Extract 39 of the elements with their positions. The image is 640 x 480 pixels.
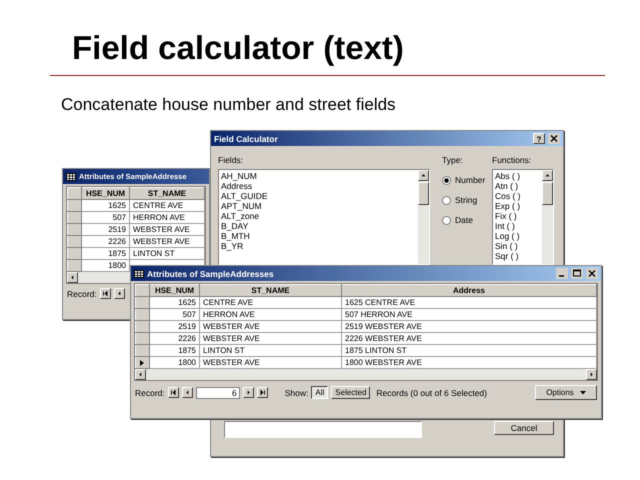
table-cell: 2519	[150, 320, 200, 332]
slide-subtitle: Concatenate house number and street fields	[61, 95, 396, 115]
fields-label: Fields:	[218, 155, 244, 165]
table-cell: 507	[82, 212, 130, 224]
table-cell: LINTON ST	[130, 248, 204, 260]
table-cell: 1875	[150, 344, 200, 356]
table-cell: WEBSTER AVE	[200, 320, 342, 332]
table-cell: HERRON AVE	[130, 212, 204, 224]
table-cell: 1625	[82, 200, 130, 212]
radio-label: Number	[455, 175, 486, 185]
table-cell: 2519 WEBSTER AVE	[342, 320, 596, 332]
table-cell: 1625 CENTRE AVE	[342, 296, 596, 308]
table-cell: 2226	[150, 332, 200, 344]
functions-label: Functions:	[492, 155, 532, 165]
table-cell: WEBSTER AVE	[130, 224, 204, 236]
table-cell: 1625	[150, 296, 200, 308]
table-cell: HERRON AVE	[200, 308, 342, 320]
table-cell: 2226	[82, 236, 130, 248]
record-label: Record:	[67, 288, 97, 298]
record-label: Record:	[135, 388, 165, 398]
radio-label: String	[455, 195, 478, 205]
table-cell: 1875 LINTON ST	[342, 344, 596, 356]
table-cell: CENTRE AVE	[200, 296, 342, 308]
table-cell: 1875	[82, 248, 130, 260]
type-label: Type:	[442, 155, 464, 165]
selection-status: Records (0 out of 6 Selected)	[376, 388, 488, 398]
table-cell: WEBSTER AVE	[200, 332, 342, 344]
table-cell: 2519	[82, 224, 130, 236]
table-cell: 507 HERRON AVE	[342, 308, 596, 320]
table-cell: 2226 WEBSTER AVE	[342, 332, 596, 344]
table-cell: LINTON ST	[200, 344, 342, 356]
show-label: Show:	[284, 388, 308, 398]
table-cell: CENTRE AVE	[130, 200, 204, 212]
window-title: Field Calculator	[214, 134, 279, 144]
radio-label: Date	[455, 215, 473, 225]
slide-title: Field calculator (text)	[72, 28, 404, 68]
table-cell: WEBSTER AVE	[130, 236, 204, 248]
table-cell: 507	[150, 308, 200, 320]
window-title: Attributes of SampleAddresses	[147, 268, 275, 278]
